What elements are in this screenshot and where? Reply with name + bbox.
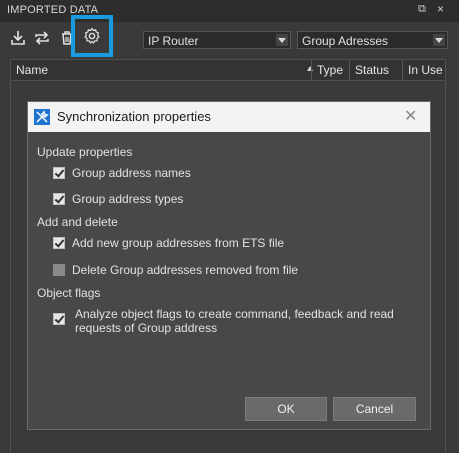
section-add-and-delete: Add and delete (37, 215, 118, 229)
column-header-name[interactable]: Name (11, 60, 311, 80)
option-label: Delete Group addresses removed from file (72, 263, 299, 277)
option-label: Group address types (72, 192, 184, 206)
column-header-in-use[interactable]: In Use (402, 60, 447, 80)
section-update-properties: Update properties (37, 145, 133, 159)
panel-close-icon[interactable]: × (437, 2, 444, 16)
option-label: Add new group addresses from ETS file (72, 236, 285, 250)
tools-icon (34, 109, 50, 125)
option-label: Analyze object flags to create command, … (75, 307, 394, 335)
sync-properties-dialog: Synchronization properties ✕ Update prop… (27, 101, 431, 430)
import-icon[interactable] (9, 29, 27, 47)
dialog-close-icon[interactable]: ✕ (404, 106, 417, 126)
dialog-title: Synchronization properties (57, 109, 211, 124)
checkbox[interactable] (53, 237, 65, 249)
undock-icon[interactable]: ⧉ (418, 3, 426, 16)
source-combo[interactable]: IP Router (143, 31, 291, 49)
column-header-status[interactable]: Status (349, 60, 402, 80)
filter-combo[interactable]: Group Adresses (297, 31, 448, 49)
section-object-flags: Object flags (37, 286, 101, 300)
filter-combo-value: Group Adresses (302, 34, 389, 48)
chevron-down-icon[interactable] (276, 34, 288, 46)
source-combo-value: IP Router (148, 34, 199, 48)
settings-icon[interactable] (83, 27, 101, 45)
checkbox[interactable] (53, 264, 65, 276)
ok-button[interactable]: OK (245, 397, 327, 421)
settings-button-highlight[interactable] (71, 15, 113, 57)
table-header: Name Type Status In Use (10, 59, 446, 81)
checkbox[interactable] (53, 193, 65, 205)
panel-titlebar: IMPORTED DATA ⧉ × (0, 0, 459, 22)
cancel-button[interactable]: Cancel (333, 397, 416, 421)
column-header-type[interactable]: Type (311, 60, 349, 80)
checkbox[interactable] (53, 167, 65, 179)
sync-icon[interactable] (33, 29, 51, 47)
dialog-titlebar: Synchronization properties ✕ (28, 102, 430, 132)
chevron-down-icon[interactable] (433, 34, 445, 46)
checkbox[interactable] (53, 313, 65, 325)
option-label: Group address names (72, 166, 191, 180)
